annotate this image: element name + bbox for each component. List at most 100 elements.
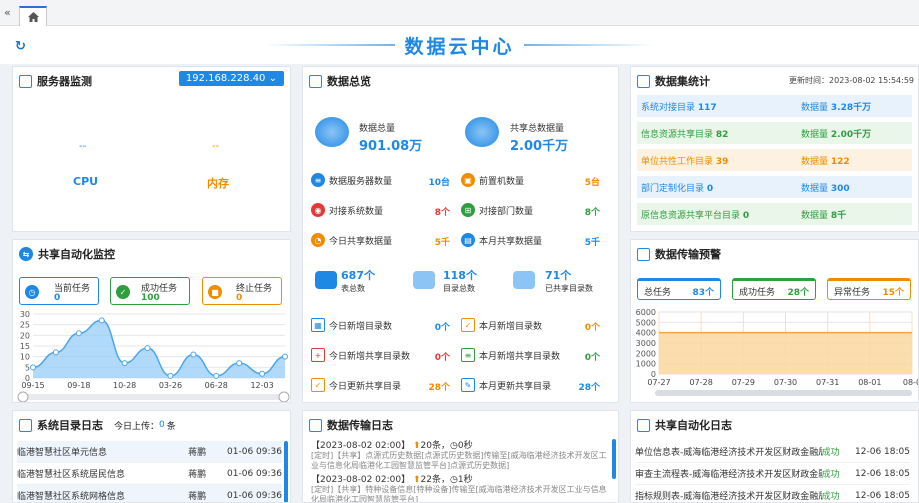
list-item[interactable]: 指标规则表-威海临港经济技术开发区财政金融局... 成功 12-06 18:05 bbox=[635, 485, 910, 503]
error-transfer-label: 异常任务 bbox=[834, 288, 871, 298]
front-machine-value: 5台 bbox=[584, 178, 600, 188]
row-right-value: 3.28千万 bbox=[830, 102, 872, 113]
system-count-label: 对接系统数量 bbox=[329, 206, 384, 217]
scrollbar[interactable] bbox=[612, 439, 616, 479]
total-task-box[interactable]: 总任务 83个 bbox=[637, 278, 721, 300]
error-transfer-value: 15个 bbox=[882, 288, 904, 298]
server-ip-value: 192.168.228.40 bbox=[185, 73, 266, 84]
today-upload-value: 0 bbox=[159, 420, 165, 430]
error-transfer-box[interactable]: 异常任务 15个 bbox=[827, 278, 911, 300]
stopped-task-box[interactable]: ■ 终止任务 0 bbox=[202, 277, 282, 305]
auto-monitor-chart: 05101520253009-15 09-18 10-28 03-26 06-28 12-… bbox=[17, 310, 290, 402]
list-item[interactable]: 审查主流程表-威海临港经济技术开发区财政金融局... 成功 12-06 18:0… bbox=[635, 463, 910, 485]
update-time: 更新时间：2023-08-02 15:54:59 bbox=[789, 76, 914, 85]
panel-title: 数据传输预警 bbox=[637, 246, 721, 262]
list-item[interactable]: 临港智慧社区系统居民信息 蒋鹏 01-06 09:36 bbox=[17, 463, 282, 485]
dataset-row[interactable]: 原信息资源共享平台目录 0 数据量 8千 bbox=[637, 203, 912, 225]
front-machine-icon: ▣ bbox=[461, 173, 475, 187]
stopped-task-value: 0 bbox=[236, 293, 243, 303]
doc-add-icon: + bbox=[311, 348, 325, 362]
server-count-value: 10台 bbox=[428, 178, 450, 188]
list-item[interactable]: 临港智慧社区系统网格信息 蒋鹏 01-06 09:36 bbox=[17, 485, 282, 502]
cpu-value: -- bbox=[79, 141, 87, 152]
dataset-row[interactable]: 部门定制化目录 0 数据量 300 bbox=[637, 176, 912, 198]
log-time: 【2023-08-02 02:00】 bbox=[311, 441, 411, 451]
x-tick-label: 08-0 bbox=[903, 378, 919, 387]
row-label: 原信息资源共享平台目录 bbox=[641, 210, 741, 221]
edit-doc-icon: ✎ bbox=[461, 378, 475, 392]
share-total-label: 共享总数据量 bbox=[510, 124, 565, 134]
success-transfer-box[interactable]: 成功任务 28个 bbox=[732, 278, 816, 300]
log-detail: [定时]【共享】特种设备信息[特种设备]传输至[威海临港经济技术开发区工业与信息… bbox=[311, 485, 607, 503]
auto-log-time: 12-06 18:05 bbox=[855, 490, 910, 501]
dataset-row[interactable]: 系统对接目录 117 数据量 3.28千万 bbox=[637, 95, 912, 117]
row-right-label: 数据量 bbox=[801, 129, 829, 140]
data-point bbox=[190, 351, 197, 358]
dataset-row[interactable]: 信息资源共享目录 82 数据量 2.00千万 bbox=[637, 122, 912, 144]
collapse-icon[interactable]: « bbox=[4, 6, 11, 19]
list-doc-icon: ≡ bbox=[461, 348, 475, 362]
catalog-icon bbox=[413, 271, 435, 289]
month-new-catalog-value: 0个 bbox=[584, 323, 600, 333]
data-point bbox=[98, 317, 105, 324]
today-share-label: 今日共享数据量 bbox=[329, 236, 393, 247]
home-tab[interactable] bbox=[19, 6, 47, 26]
dataset-row[interactable]: 单位共性工作目录 39 数据量 122 bbox=[637, 149, 912, 171]
data-point bbox=[121, 360, 128, 367]
month-share-value: 5千 bbox=[584, 238, 600, 248]
row-right-value: 2.00千万 bbox=[830, 129, 872, 140]
panel-title: ⇆ 共享自动化监控 bbox=[19, 246, 115, 262]
server-monitor-panel: 服务器监测 192.168.228.40 ⌄ -- CPU -- 内存 bbox=[12, 66, 291, 232]
current-task-value: 0 bbox=[54, 293, 61, 303]
x-tick-label: 09-15 bbox=[21, 381, 44, 390]
list-item[interactable]: 单位信息表-威海临港经济技术开发区财政金融局... 成功 12-06 18:05 bbox=[635, 441, 910, 463]
overview-panel: 数据总览 数据总量 901.08万 共享总数据量 2.00千万 ≡ 数据服务器数量… bbox=[302, 66, 619, 403]
dataset-title: 数据集统计 bbox=[655, 75, 710, 88]
row-right-label: 数据量 bbox=[801, 210, 829, 221]
panel-title: 共享自动化日志 bbox=[637, 417, 732, 433]
total-data-value: 901.08万 bbox=[359, 139, 423, 154]
scrollbar[interactable] bbox=[284, 441, 288, 502]
share-data-icon bbox=[465, 117, 499, 147]
shared-catalog-icon bbox=[513, 271, 535, 289]
success-task-box[interactable]: ✓ 成功任务 100 bbox=[110, 277, 190, 305]
list-item[interactable]: 临港智慧社区单元信息 蒋鹏 01-06 09:36 bbox=[17, 441, 282, 463]
server-ip-select[interactable]: 192.168.228.40 ⌄ bbox=[178, 71, 284, 86]
today-upload-unit: 条 bbox=[166, 421, 176, 432]
department-count-value: 8个 bbox=[584, 208, 600, 218]
update-icon: ✓ bbox=[311, 378, 325, 392]
y-tick-label: 25 bbox=[20, 321, 30, 330]
cpu-label: CPU bbox=[73, 175, 99, 188]
transfer-warning-panel: 数据传输预警 总任务 83个 成功任务 28个 异常任务 15个 0 1000 20… bbox=[630, 239, 919, 403]
total-data-label: 数据总量 bbox=[359, 124, 396, 134]
x-tick-label: 10-28 bbox=[113, 381, 136, 390]
row-value: 39 bbox=[715, 156, 729, 167]
shield-check-icon: ✓ bbox=[116, 285, 130, 299]
row-right-value: 122 bbox=[830, 156, 850, 167]
panel-title: 服务器监测 bbox=[19, 73, 92, 89]
department-count-label: 对接部门数量 bbox=[479, 206, 534, 217]
row-right-label: 数据量 bbox=[801, 102, 829, 113]
panel-title: 数据集统计 bbox=[637, 73, 710, 89]
transfer-log-panel: 数据传输日志 【2023-08-02 02:00】 ⬆20条，◷0秒 [定时]【… bbox=[302, 410, 619, 503]
table-count-label: 表总数 bbox=[341, 284, 365, 293]
server-monitor-title: 服务器监测 bbox=[37, 75, 92, 88]
overview-title: 数据总览 bbox=[327, 75, 371, 88]
data-point bbox=[236, 360, 243, 367]
y-tick-label: 30 bbox=[20, 310, 30, 319]
catalog-name: 临港智慧社区系统居民信息 bbox=[17, 470, 126, 480]
log-detail: [定时]【共享】点源式历史数据[点源式历史数据]传输至[威海临港经济技术开发区工… bbox=[311, 451, 607, 470]
month-new-catalog-label: 本月新增目录数 bbox=[479, 321, 543, 332]
today-new-catalog-label: 今日新增目录数 bbox=[329, 321, 393, 332]
arrow-up-icon: ⬆ bbox=[412, 475, 421, 485]
x-tick-label: 08-01 bbox=[858, 378, 881, 387]
catalog-name: 临港智慧社区单元信息 bbox=[17, 448, 108, 458]
catalog-user: 蒋鹏 bbox=[188, 470, 207, 480]
x-tick-label: 07-29 bbox=[732, 378, 755, 387]
top-bar: « bbox=[0, 0, 919, 26]
auto-log-title: 共享自动化日志 bbox=[655, 419, 732, 432]
log-count: 20条 bbox=[420, 441, 441, 451]
chevron-down-icon: ⌄ bbox=[268, 73, 277, 84]
row-label: 信息资源共享目录 bbox=[641, 129, 714, 140]
current-task-box[interactable]: ◷ 当前任务 0 bbox=[19, 277, 99, 305]
